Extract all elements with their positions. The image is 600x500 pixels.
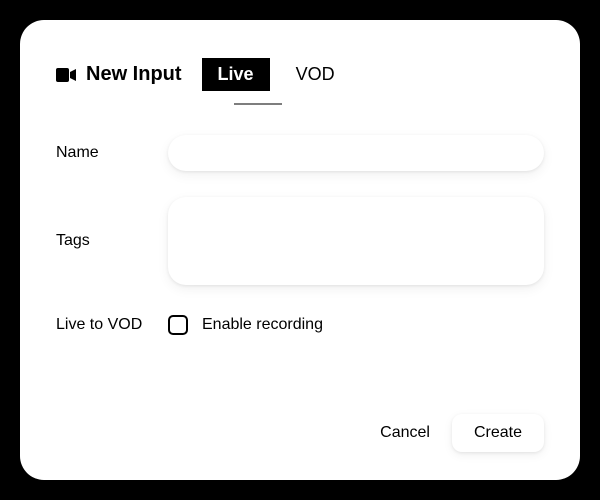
live-to-vod-label: Live to VOD — [56, 316, 168, 334]
live-to-vod-row: Live to VOD Enable recording — [56, 315, 544, 335]
name-row: Name — [56, 135, 544, 171]
enable-recording-label: Enable recording — [202, 316, 323, 334]
input-type-tabs: Live VOD — [202, 58, 351, 91]
tags-input[interactable] — [168, 197, 544, 285]
dialog-header: New Input Live VOD — [56, 58, 544, 91]
enable-recording-checkbox[interactable] — [168, 315, 188, 335]
tags-label: Tags — [56, 232, 168, 250]
tab-underline — [234, 103, 282, 105]
dialog-title: New Input — [86, 63, 182, 86]
cancel-button[interactable]: Cancel — [380, 424, 430, 442]
create-button[interactable]: Create — [452, 414, 544, 452]
name-label: Name — [56, 144, 168, 162]
new-input-dialog: New Input Live VOD Name Tags Live to VOD… — [20, 20, 580, 480]
enable-recording-group: Enable recording — [168, 315, 323, 335]
tags-row: Tags — [56, 197, 544, 285]
camera-icon — [56, 68, 76, 82]
tab-live[interactable]: Live — [202, 58, 270, 91]
name-input[interactable] — [168, 135, 544, 171]
dialog-actions: Cancel Create — [56, 414, 544, 452]
title-area: New Input — [56, 63, 182, 86]
tab-vod[interactable]: VOD — [280, 58, 351, 91]
